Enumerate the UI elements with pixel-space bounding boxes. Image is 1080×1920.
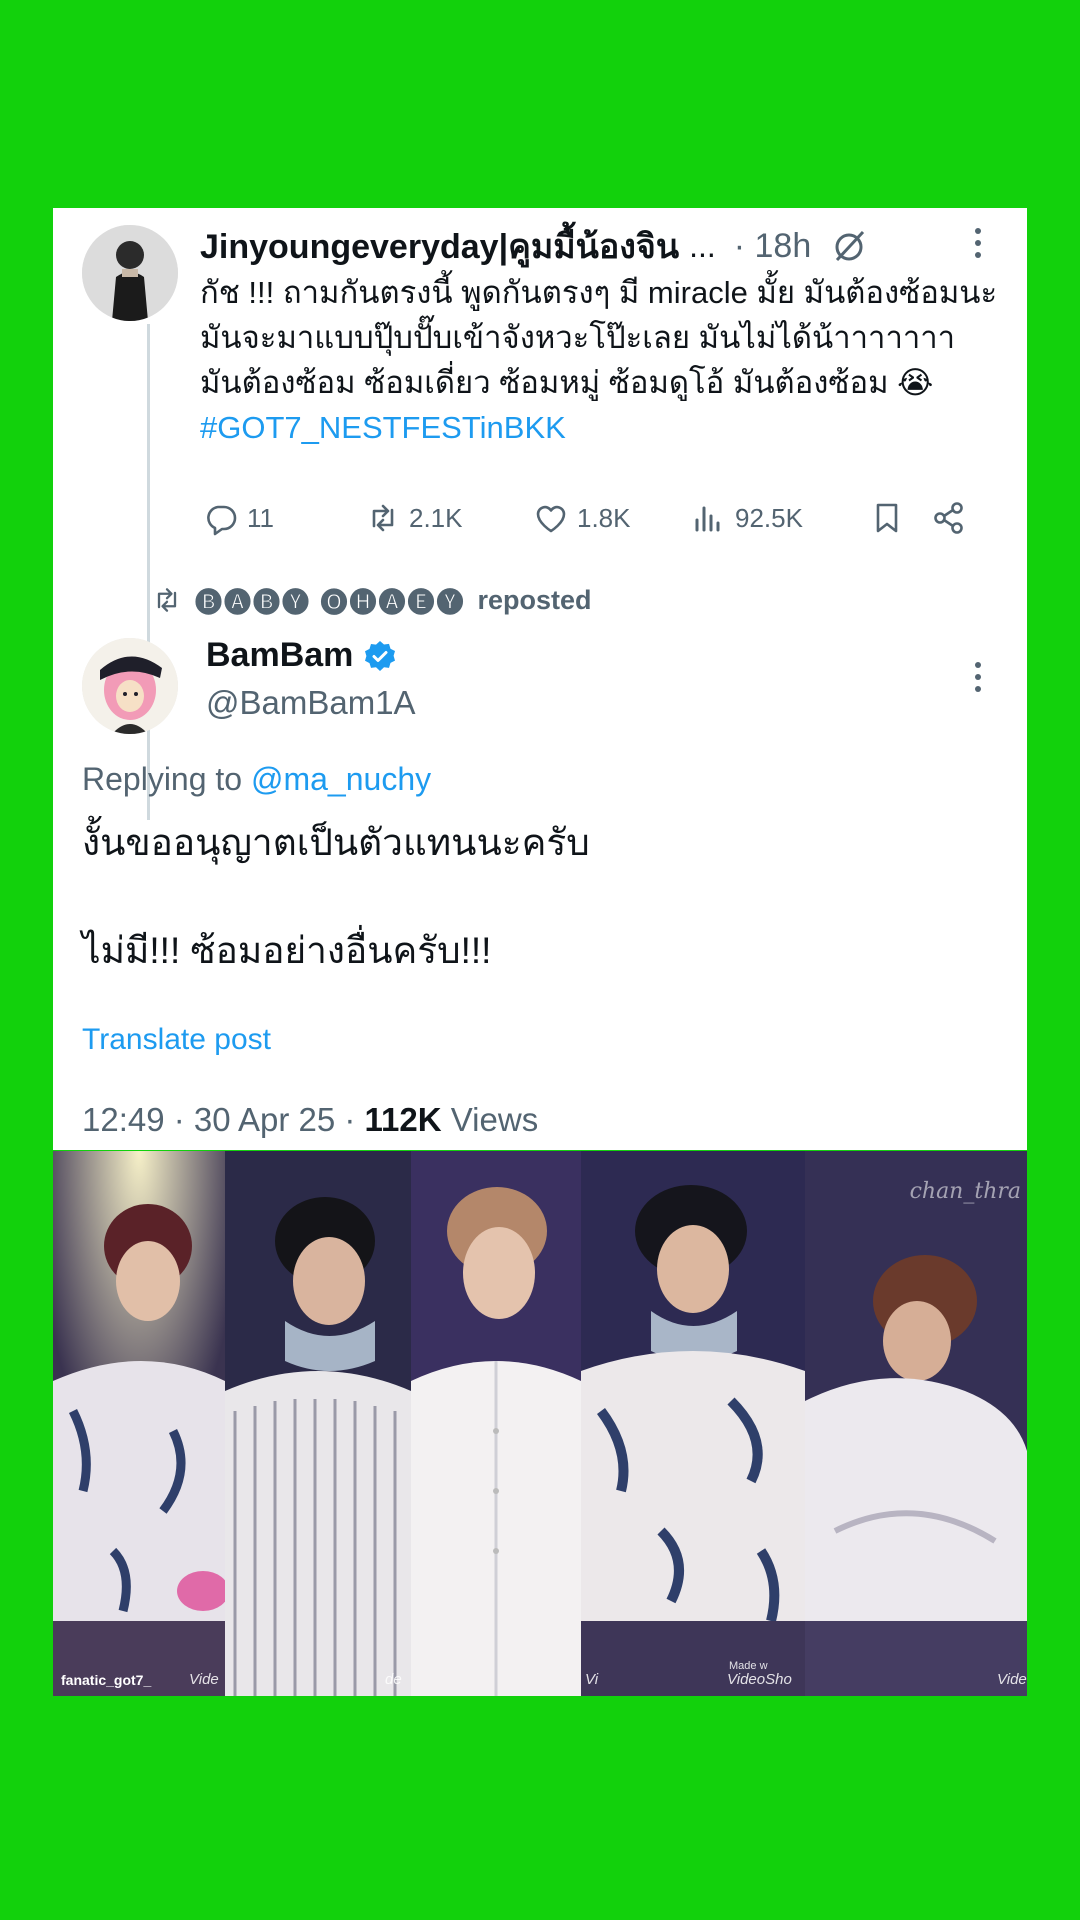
main-tweet-text: งั้นขออนุญาตเป็นตัวแทนนะครับ ไม่มี!!! ซ้… xyxy=(82,822,590,971)
video-panel-4: Vi Made w VideoSho xyxy=(581,1151,805,1696)
replying-prefix: Replying to xyxy=(82,761,251,797)
repost-banner: 🅑🅐🅑🅨 🅞🅗🅐🅔🅨 reposted xyxy=(151,578,592,622)
video-panel-5: chan_thra Vide xyxy=(805,1151,1027,1696)
share-icon xyxy=(934,502,963,534)
like-count: 1.8K xyxy=(577,502,631,533)
reposted-label: reposted xyxy=(477,584,592,615)
avatar[interactable] xyxy=(82,225,178,321)
thread-line xyxy=(147,324,150,820)
main-handle[interactable]: @BamBam1A xyxy=(206,684,416,722)
video-panel-3 xyxy=(411,1151,581,1696)
parent-tweet-text: กัช !!! ถามกันตรงนี้ พูดกันตรงๆ มี mirac… xyxy=(200,270,1000,450)
reposter-name[interactable]: 🅑🅐🅑🅨 🅞🅗🅐🅔🅨 xyxy=(195,581,466,620)
watermark: chan_thra xyxy=(909,1179,1021,1204)
reply-icon xyxy=(207,505,237,536)
reply-count: 11 xyxy=(247,502,274,533)
watermark: VideoSho xyxy=(727,1671,792,1688)
avatar[interactable] xyxy=(82,638,178,734)
video-panel-1: fanatic_got7_ Vide xyxy=(53,1151,225,1696)
repost-icon xyxy=(157,588,177,612)
timestamp[interactable]: 12:49 · 30 Apr 25 · xyxy=(82,1101,365,1138)
parent-text: กัช !!! ถามกันตรงนี้ พูดกันตรงๆ มี mirac… xyxy=(200,275,998,400)
watermark: de xyxy=(385,1671,402,1688)
bookmark-icon xyxy=(876,503,898,533)
bookmark-button[interactable] xyxy=(869,500,931,536)
watermark: Vide xyxy=(189,1671,219,1688)
video-panel-2: de xyxy=(225,1151,411,1696)
views-total: 112K xyxy=(364,1101,442,1138)
parent-tweet-header: Jinyoungeveryday|คูมมื้น้องจิน ... · 18h xyxy=(200,222,1000,270)
share-button[interactable] xyxy=(931,500,967,536)
more-icon[interactable] xyxy=(971,660,985,700)
verified-icon xyxy=(365,640,396,671)
main-display-name[interactable]: BamBam xyxy=(206,636,353,675)
parent-time[interactable]: · 18h xyxy=(734,227,812,266)
repost-icon xyxy=(372,504,394,532)
hashtag-link[interactable]: #GOT7_NESTFESTinBKK xyxy=(200,410,566,445)
like-button[interactable]: 1.8K xyxy=(533,500,691,536)
tweet-card: Jinyoungeveryday|คูมมื้น้องจิน ... · 18h… xyxy=(53,208,1027,1150)
parent-display-name[interactable]: Jinyoungeveryday|คูมมื้น้องจิน xyxy=(200,219,679,273)
views-icon xyxy=(695,506,720,532)
mention-link[interactable]: @ma_nuchy xyxy=(251,761,431,797)
reply-button[interactable]: 11 xyxy=(203,500,365,536)
like-icon xyxy=(536,505,566,533)
repost-count: 2.1K xyxy=(409,502,463,533)
main-tweet-author[interactable]: BamBam xyxy=(206,636,397,675)
replying-to: Replying to @ma_nuchy xyxy=(82,761,431,798)
action-bar: 11 2.1K 1.8K 92.5K xyxy=(203,490,1003,546)
repost-button[interactable]: 2.1K xyxy=(365,500,533,536)
video-collage[interactable]: fanatic_got7_ Vide de Vi Made w VideoSho… xyxy=(53,1151,1027,1696)
watermark: Vi xyxy=(585,1671,599,1688)
more-icon[interactable] xyxy=(971,226,985,266)
views-button[interactable]: 92.5K xyxy=(691,500,869,536)
watermark: Vide xyxy=(997,1671,1027,1688)
watermark: fanatic_got7_ xyxy=(61,1672,152,1688)
views-label: Views xyxy=(441,1101,539,1138)
views-count: 92.5K xyxy=(735,502,803,533)
tweet-meta: 12:49 · 30 Apr 25 · 112K Views xyxy=(82,1101,538,1139)
grok-icon[interactable] xyxy=(829,226,869,266)
translate-post-link[interactable]: Translate post xyxy=(82,1023,271,1057)
name-ellipsis: ... xyxy=(689,227,716,264)
